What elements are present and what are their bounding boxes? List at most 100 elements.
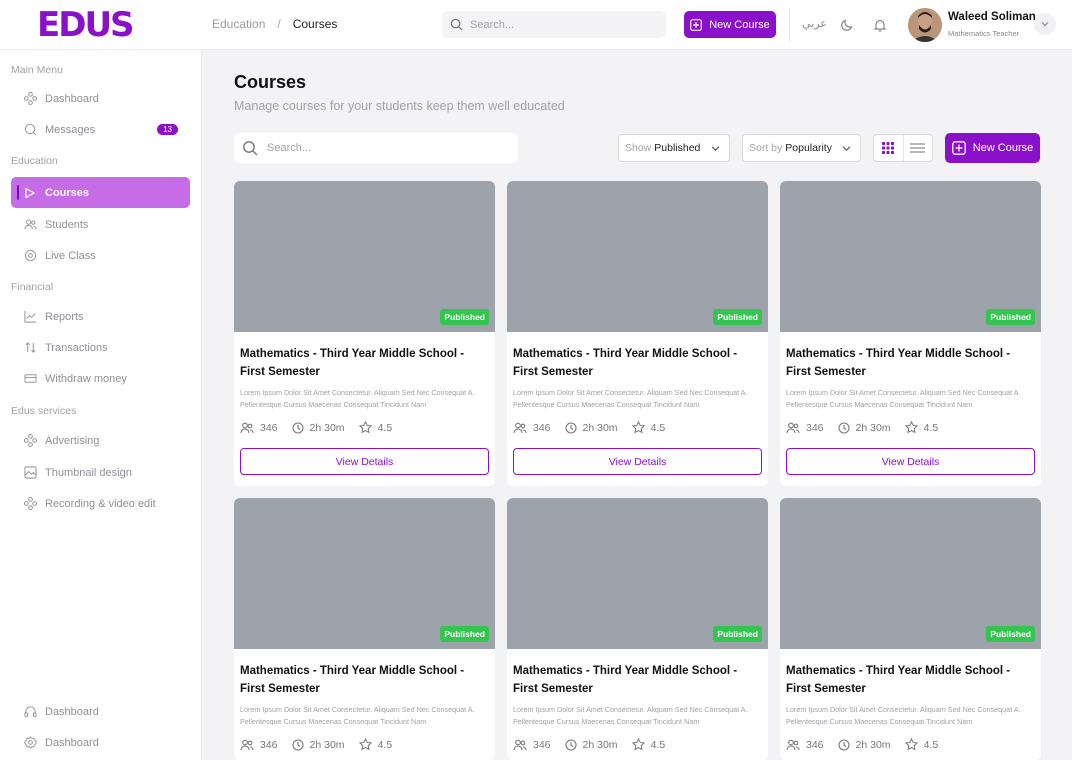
- course-description: Lorem Ipsum Dolor Sit Amet Consectetur. …: [513, 705, 748, 726]
- sidebar-item-recording[interactable]: Recording & video edit: [11, 488, 190, 519]
- users-icon: [513, 739, 527, 750]
- search-icon: [243, 141, 258, 156]
- clock-icon: [564, 421, 577, 434]
- top-search-input[interactable]: Search...: [442, 11, 666, 38]
- sidebar-item-dashboard[interactable]: Dashboard: [11, 83, 190, 114]
- student-count: 346: [260, 421, 278, 434]
- section-edus-services: Edus services: [11, 405, 77, 417]
- show-filter-select[interactable]: Show Published: [618, 134, 730, 162]
- sidebar-item-students[interactable]: Students: [11, 209, 190, 240]
- view-details-button[interactable]: View Details: [240, 448, 489, 475]
- course-title: Mathematics - Third Year Middle School -…: [786, 348, 1011, 378]
- course-card[interactable]: Published Mathematics - Third Year Middl…: [780, 498, 1041, 760]
- course-card[interactable]: Published Mathematics - Third Year Middl…: [234, 498, 495, 760]
- sidebar-item-withdraw[interactable]: Withdraw money: [11, 363, 190, 394]
- gear-icon: [23, 736, 37, 750]
- course-title: Mathematics - Third Year Middle School -…: [513, 665, 738, 695]
- sidebar-item-label: Withdraw money: [45, 372, 127, 385]
- star-icon: [631, 738, 645, 751]
- course-rating: 4.5: [650, 421, 666, 434]
- student-count: 346: [533, 421, 551, 434]
- breadcrumb: Education / Courses: [212, 17, 337, 31]
- sidebar-item-label: Dashboard: [45, 92, 99, 105]
- star-icon: [631, 421, 645, 434]
- course-card[interactable]: Published Mathematics - Third Year Middl…: [234, 181, 495, 486]
- clock-icon: [291, 421, 304, 434]
- sidebar-item-thumbnail-design[interactable]: Thumbnail design: [11, 457, 190, 488]
- new-course-button[interactable]: New Course: [945, 133, 1040, 163]
- sidebar-item-messages[interactable]: Messages 13: [11, 114, 190, 145]
- student-count: 346: [806, 421, 824, 434]
- course-card[interactable]: Published Mathematics - Third Year Middl…: [780, 181, 1041, 486]
- status-badge: Published: [440, 309, 489, 325]
- course-meta: 346 2h 30m 4.5: [786, 738, 952, 751]
- course-meta: 346 2h 30m 4.5: [513, 421, 679, 434]
- section-education: Education: [11, 155, 58, 167]
- grid-view-icon[interactable]: [874, 135, 904, 161]
- sidebar-item-settings[interactable]: Dashboard: [11, 727, 190, 758]
- course-rating: 4.5: [377, 738, 393, 751]
- sidebar-item-courses[interactable]: Courses: [11, 177, 190, 208]
- course-description: Lorem Ipsum Dolor Sit Amet Consectetur. …: [240, 388, 475, 409]
- show-filter-value: Published: [654, 142, 701, 154]
- student-count: 346: [806, 738, 824, 751]
- dark-mode-icon[interactable]: [837, 15, 857, 35]
- sidebar-item-transactions[interactable]: Transactions: [11, 332, 190, 363]
- clock-icon: [837, 738, 850, 751]
- avatar[interactable]: [908, 8, 942, 42]
- bell-icon[interactable]: [870, 15, 890, 35]
- course-duration: 2h 30m: [582, 738, 618, 751]
- course-rating: 4.5: [377, 421, 393, 434]
- top-new-course-label: New Course: [709, 18, 770, 31]
- course-search-input[interactable]: Search...: [234, 133, 518, 163]
- breadcrumb-separator: /: [277, 17, 281, 31]
- course-title: Mathematics - Third Year Middle School -…: [513, 348, 738, 378]
- sidebar-item-live-class[interactable]: Live Class: [11, 240, 190, 271]
- view-details-button[interactable]: View Details: [786, 448, 1035, 475]
- student-count: 346: [533, 738, 551, 751]
- sidebar-item-advertising[interactable]: Advertising: [11, 425, 190, 456]
- top-new-course-button[interactable]: New Course: [684, 11, 776, 38]
- show-filter-label: Show: [625, 142, 652, 154]
- recording-icon: [23, 497, 37, 511]
- sidebar-item-label: Transactions: [45, 341, 108, 354]
- course-title: Mathematics - Third Year Middle School -…: [240, 665, 465, 695]
- sort-select[interactable]: Sort by Popularity: [742, 134, 861, 162]
- view-details-button[interactable]: View Details: [513, 448, 762, 475]
- users-icon: [513, 422, 527, 433]
- sidebar-item-label: Reports: [45, 310, 84, 323]
- language-toggle[interactable]: عربي: [802, 17, 827, 30]
- top-divider: [789, 8, 790, 42]
- view-toggle: [873, 134, 933, 162]
- sidebar-item-label: Advertising: [45, 434, 100, 447]
- dashboard-icon: [23, 92, 37, 106]
- course-meta: 346 2h 30m 4.5: [513, 738, 679, 751]
- play-icon: [23, 186, 37, 200]
- course-title: Mathematics - Third Year Middle School -…: [240, 348, 465, 378]
- sidebar-item-label: Live Class: [45, 249, 96, 262]
- course-card[interactable]: Published Mathematics - Third Year Middl…: [507, 181, 768, 486]
- course-meta: 346 2h 30m 4.5: [240, 738, 406, 751]
- user-menu-chevron-icon[interactable]: [1034, 13, 1056, 35]
- sidebar-item-reports[interactable]: Reports: [11, 301, 190, 332]
- course-rating: 4.5: [650, 738, 666, 751]
- clock-icon: [564, 738, 577, 751]
- user-role: Mathematics Teacher: [948, 29, 1020, 38]
- course-duration: 2h 30m: [309, 738, 345, 751]
- course-duration: 2h 30m: [309, 421, 345, 434]
- headphones-icon: [23, 705, 37, 719]
- top-search-placeholder: Search...: [470, 18, 515, 31]
- status-badge: Published: [713, 309, 762, 325]
- chevron-down-icon: [711, 146, 720, 152]
- users-icon: [240, 422, 254, 433]
- sidebar-item-label: Recording & video edit: [45, 497, 156, 510]
- sidebar-item-label: Dashboard: [45, 705, 99, 718]
- star-icon: [358, 421, 372, 434]
- course-card[interactable]: Published Mathematics - Third Year Middl…: [507, 498, 768, 760]
- breadcrumb-education[interactable]: Education: [212, 17, 265, 31]
- sidebar-item-support[interactable]: Dashboard: [11, 696, 190, 727]
- edus-logo[interactable]: EDUS: [37, 8, 135, 42]
- list-view-icon[interactable]: [904, 135, 933, 161]
- sidebar-item-label: Messages: [45, 123, 96, 136]
- sort-value: Popularity: [785, 142, 832, 154]
